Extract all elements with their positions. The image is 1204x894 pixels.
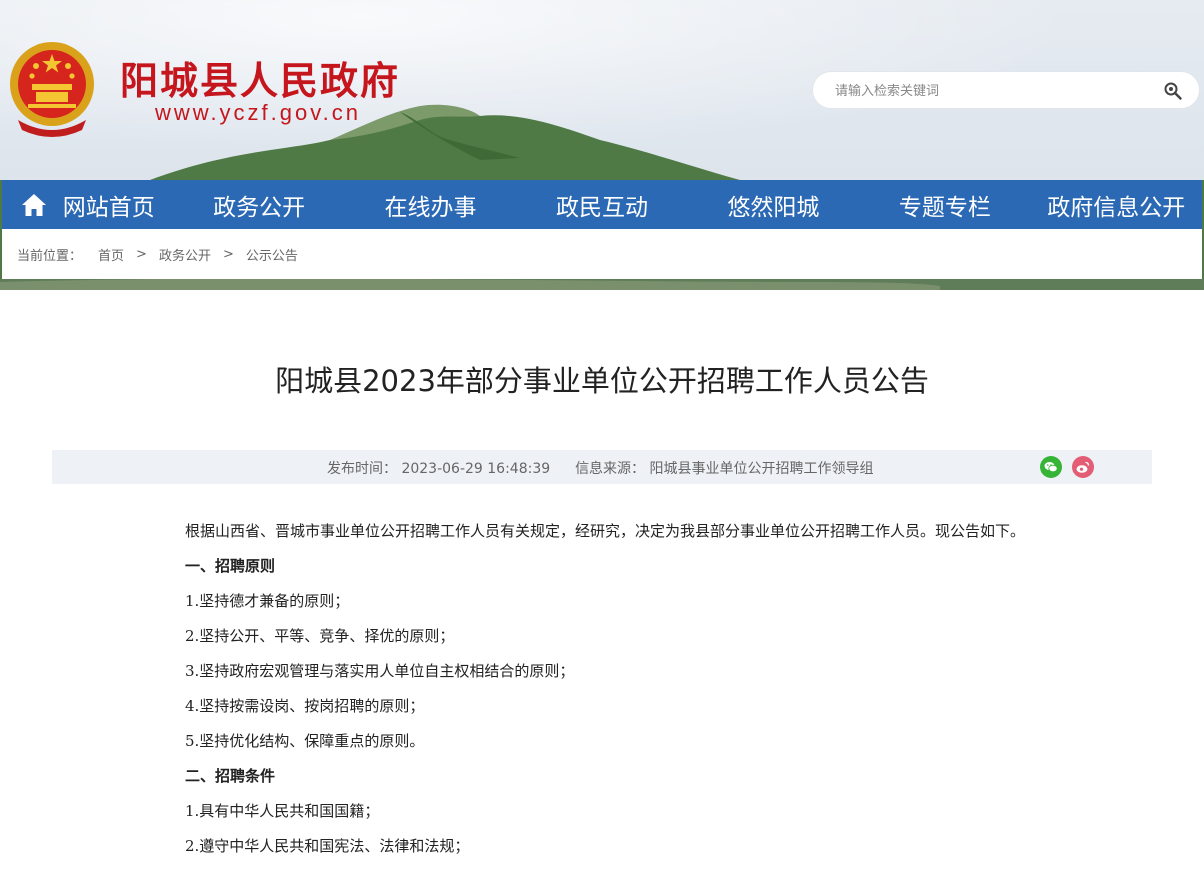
breadcrumb-government-affairs-link[interactable]: 政务公开: [159, 245, 211, 264]
list-item: 3.坚持政府宏观管理与落实用人单位自主权相结合的原则；: [185, 662, 575, 680]
nav-item-special-topics[interactable]: 专题专栏: [859, 180, 1030, 229]
article-meta: 发布时间： 2023-06-29 16:48:39 信息来源： 阳城县事业单位公…: [327, 458, 874, 478]
site-url: www.yczf.gov.cn: [155, 100, 361, 125]
search-icon[interactable]: [1163, 81, 1183, 101]
breadcrumb: 当前位置： 首页 > 政务公开 > 公示公告: [2, 229, 1202, 279]
section-heading: 二、招聘条件: [185, 767, 276, 785]
article-intro: 根据山西省、晋城市事业单位公开招聘工作人员有关规定，经研究，决定为我县部分事业单…: [185, 522, 1026, 540]
breadcrumb-separator: >: [136, 246, 147, 262]
home-icon: [21, 193, 46, 216]
nav-item-government-affairs[interactable]: 政务公开: [173, 180, 344, 229]
section-heading: 一、招聘原则: [185, 557, 276, 575]
search-input[interactable]: [833, 80, 1157, 102]
article-meta-bar: 发布时间： 2023-06-29 16:48:39 信息来源： 阳城县事业单位公…: [52, 450, 1152, 484]
breadcrumb-announcements-link[interactable]: 公示公告: [246, 245, 298, 264]
nav-item-interaction[interactable]: 政民互动: [516, 180, 687, 229]
list-item: 1.具有中华人民共和国国籍；: [185, 802, 380, 820]
nav-item-label: 政民互动: [555, 194, 648, 221]
source-value: 阳城县事业单位公开招聘工作领导组: [649, 461, 874, 477]
source-label: 信息来源：: [575, 461, 646, 477]
article-title: 阳城县2023年部分事业单位公开招聘工作人员公告: [275, 364, 929, 398]
article-container: 阳城县2023年部分事业单位公开招聘工作人员公告 发布时间： 2023-06-2…: [2, 290, 1202, 894]
article-body: 根据山西省、晋城市事业单位公开招聘工作人员有关规定，经研究，决定为我县部分事业单…: [152, 514, 1052, 864]
breadcrumb-label: 当前位置：: [17, 248, 83, 264]
share-wechat-button[interactable]: [1040, 456, 1062, 478]
wechat-icon: [1044, 462, 1058, 473]
list-item: 1.坚持德才兼备的原则；: [185, 592, 350, 610]
nav-item-label: 悠然阳城: [727, 194, 820, 221]
breadcrumb-separator: >: [222, 246, 234, 262]
list-item: 4.坚持按需设岗、按岗招聘的原则；: [185, 697, 425, 715]
national-emblem-icon: [10, 42, 94, 137]
nav-item-label: 在线办事: [384, 194, 477, 221]
list-item: 2.遵守中华人民共和国宪法、法律和法规；: [185, 837, 470, 855]
nav-item-yangcheng[interactable]: 悠然阳城: [688, 180, 859, 229]
nav-item-home[interactable]: 网站首页: [2, 180, 173, 229]
main-nav: 网站首页 政务公开 在线办事 政民互动 悠然阳城 专题专栏 政府信息公开: [2, 180, 1202, 229]
nav-item-label: 政府信息公开: [1047, 194, 1186, 221]
publish-time-label: 发布时间：: [327, 461, 397, 477]
list-item: 2.坚持公开、平等、竞争、择优的原则；: [185, 627, 455, 645]
weibo-icon: [1076, 461, 1090, 473]
list-item: 5.坚持优化结构、保障重点的原则。: [185, 732, 425, 750]
search-box: [812, 71, 1200, 109]
publish-time-value: 2023-06-29 16:48:39: [401, 461, 551, 477]
nav-item-label: 专题专栏: [898, 194, 991, 221]
nav-item-label: 政务公开: [213, 194, 306, 221]
breadcrumb-home-link[interactable]: 首页: [98, 245, 124, 264]
share-weibo-button[interactable]: [1072, 456, 1094, 478]
nav-item-info-disclosure[interactable]: 政府信息公开: [1031, 180, 1202, 229]
nav-item-label: 网站首页: [62, 194, 155, 221]
site-title: 阳城县人民政府: [120, 58, 401, 103]
nav-item-online-services[interactable]: 在线办事: [345, 180, 516, 229]
